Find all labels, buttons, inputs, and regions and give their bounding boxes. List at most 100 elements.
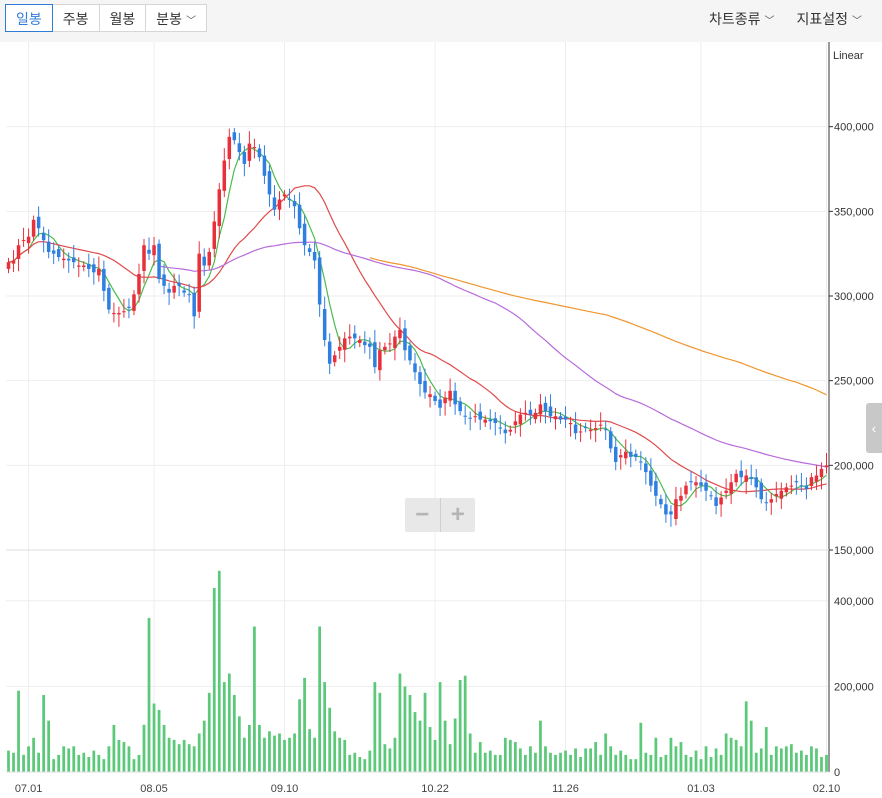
volume-bar [529, 746, 532, 772]
candle-body [433, 395, 437, 401]
candle-body [603, 429, 608, 431]
candle-body [473, 416, 477, 418]
volume-bar [212, 587, 216, 772]
volume-bar [283, 739, 286, 772]
candle-body [26, 236, 31, 244]
volume-bar [137, 754, 141, 772]
candle-body [719, 497, 723, 505]
candle-body [312, 251, 317, 261]
candle-body [739, 470, 743, 478]
candle-body [11, 260, 16, 264]
candle-body [217, 189, 222, 227]
candle-body [664, 504, 668, 515]
volume-bar [47, 720, 51, 772]
axes: 07.01 08.05 09.10 10.22 11.26 01.03 02.10 150,0… [6, 42, 874, 795]
candle-body [413, 363, 417, 373]
volume-bar [242, 737, 246, 772]
candle-body [167, 288, 171, 293]
volume-bar [162, 724, 166, 772]
candle-body [513, 421, 518, 426]
candle-body [61, 258, 66, 261]
volume-bar [373, 682, 377, 772]
candle-body [77, 265, 81, 267]
candle-body [523, 412, 528, 415]
volume-bar [187, 744, 191, 772]
candle-body [659, 498, 663, 505]
grid-lines [6, 42, 829, 772]
candle-body [82, 265, 86, 268]
candle-body [799, 485, 804, 487]
candle-body [242, 152, 247, 164]
volume-bar [724, 733, 728, 772]
candle-body [56, 249, 61, 258]
candle-body [418, 372, 422, 385]
y-tick-label: 300,000 [834, 291, 874, 303]
candle-body [21, 240, 26, 242]
volume-bar [774, 746, 778, 772]
candle-body [649, 470, 653, 486]
candle-body [31, 219, 36, 237]
side-panel-toggle[interactable]: ‹ [866, 403, 882, 453]
volume-bar [594, 742, 598, 772]
volume-bar [473, 752, 477, 772]
volume-bar [237, 716, 241, 772]
candle-body [578, 431, 583, 433]
volume-bar [62, 746, 66, 772]
volume-bar [654, 737, 658, 772]
candle-body [262, 155, 267, 176]
candle-body [729, 482, 733, 494]
volume-bar [333, 731, 337, 772]
candle-body [6, 262, 11, 269]
candle-body [488, 419, 493, 422]
candle-body [127, 306, 131, 308]
candle-body [654, 481, 658, 496]
volume-bar [784, 746, 788, 772]
candle-body [453, 390, 457, 405]
volume-bar [157, 709, 161, 772]
volume-bar [674, 746, 678, 772]
candle-body [423, 381, 427, 393]
zoom-in-button[interactable]: + [441, 498, 476, 532]
volume-bar [800, 750, 803, 772]
volume-bar [92, 750, 96, 772]
volume-bar [629, 759, 633, 772]
volume-bar [584, 748, 587, 772]
volume-bar [348, 754, 352, 772]
zoom-out-button[interactable]: − [405, 498, 441, 532]
volume-bar [177, 744, 181, 772]
volume-bar [232, 694, 236, 772]
candle-body [172, 285, 176, 293]
candle-body [267, 171, 272, 195]
volume-bar [82, 752, 86, 772]
candle-body [543, 402, 548, 412]
candle-body [644, 463, 648, 473]
candle-body [227, 136, 232, 160]
volume-bar [117, 739, 121, 772]
candle-body [97, 268, 101, 276]
y-tick-label: 400,000 [834, 122, 874, 134]
volume-bar [77, 754, 81, 772]
volume-bar [825, 754, 828, 772]
stock-chart[interactable]: 07.01 08.05 09.10 10.22 11.26 01.03 02.10 150,0… [0, 0, 882, 798]
volume-bar [493, 754, 497, 772]
candle-body [297, 204, 302, 229]
candle-body [192, 292, 196, 317]
candle-body [608, 431, 613, 449]
volume-bar [313, 737, 317, 772]
volume-bar [739, 746, 743, 772]
x-tick-label: 01.03 [687, 783, 715, 795]
candle-body [639, 461, 643, 463]
volume-bar [795, 752, 798, 772]
candle-body [724, 490, 728, 493]
volume-tick-label: 0 [834, 767, 840, 779]
candle-body [634, 453, 638, 457]
candle-body [674, 499, 678, 520]
volume-bar [679, 742, 683, 772]
volume-bar [72, 746, 76, 772]
volume-bar [513, 742, 517, 772]
volume-bar [147, 617, 151, 772]
volume-bar [383, 744, 387, 772]
volume-bar [609, 746, 613, 772]
volume-bar [769, 754, 773, 772]
volume-bar [67, 748, 71, 772]
